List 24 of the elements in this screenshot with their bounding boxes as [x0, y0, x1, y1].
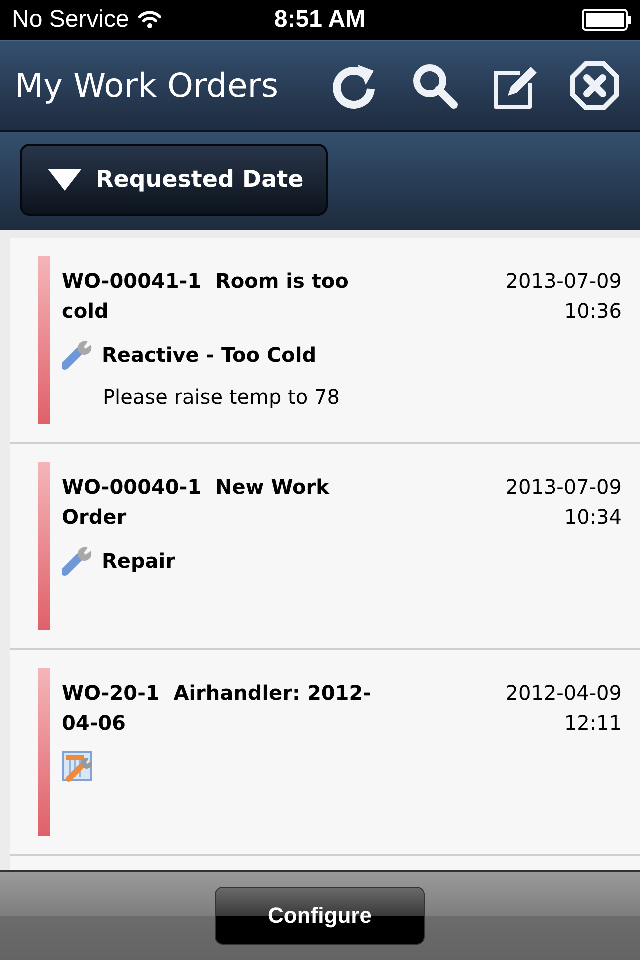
order-time: 12:11	[564, 710, 622, 737]
clock-time: 8:51 AM	[274, 6, 366, 33]
close-button[interactable]	[570, 60, 620, 110]
configure-button[interactable]: Configure	[215, 887, 425, 945]
order-date: 2013-07-09	[506, 268, 622, 295]
battery-icon	[582, 9, 632, 31]
order-type: Reactive - Too Cold	[102, 342, 317, 369]
wifi-icon	[137, 10, 164, 30]
sort-button[interactable]: Requested Date	[20, 144, 328, 216]
order-date: 2012-04-09	[506, 680, 622, 707]
carrier-name: No Service	[12, 6, 130, 34]
order-time: 10:34	[564, 504, 622, 531]
order-title: WO-00040-1 New Work Order	[62, 474, 331, 531]
order-title: WO-00041-1 Room is too cold	[62, 268, 350, 325]
dropdown-triangle-icon	[48, 169, 82, 191]
order-date: 2013-07-09	[506, 474, 622, 501]
order-title: WO-20-1 Airhandler: 2012-04-06	[62, 680, 372, 737]
wrench-icon	[62, 545, 94, 577]
order-time: 10:36	[564, 298, 622, 325]
page-title: My Work Orders	[15, 66, 280, 105]
order-description: Please raise temp to 78	[103, 384, 341, 411]
order-type: Repair	[102, 548, 176, 575]
wrench-icon	[62, 339, 94, 371]
equipment-icon	[62, 751, 94, 783]
